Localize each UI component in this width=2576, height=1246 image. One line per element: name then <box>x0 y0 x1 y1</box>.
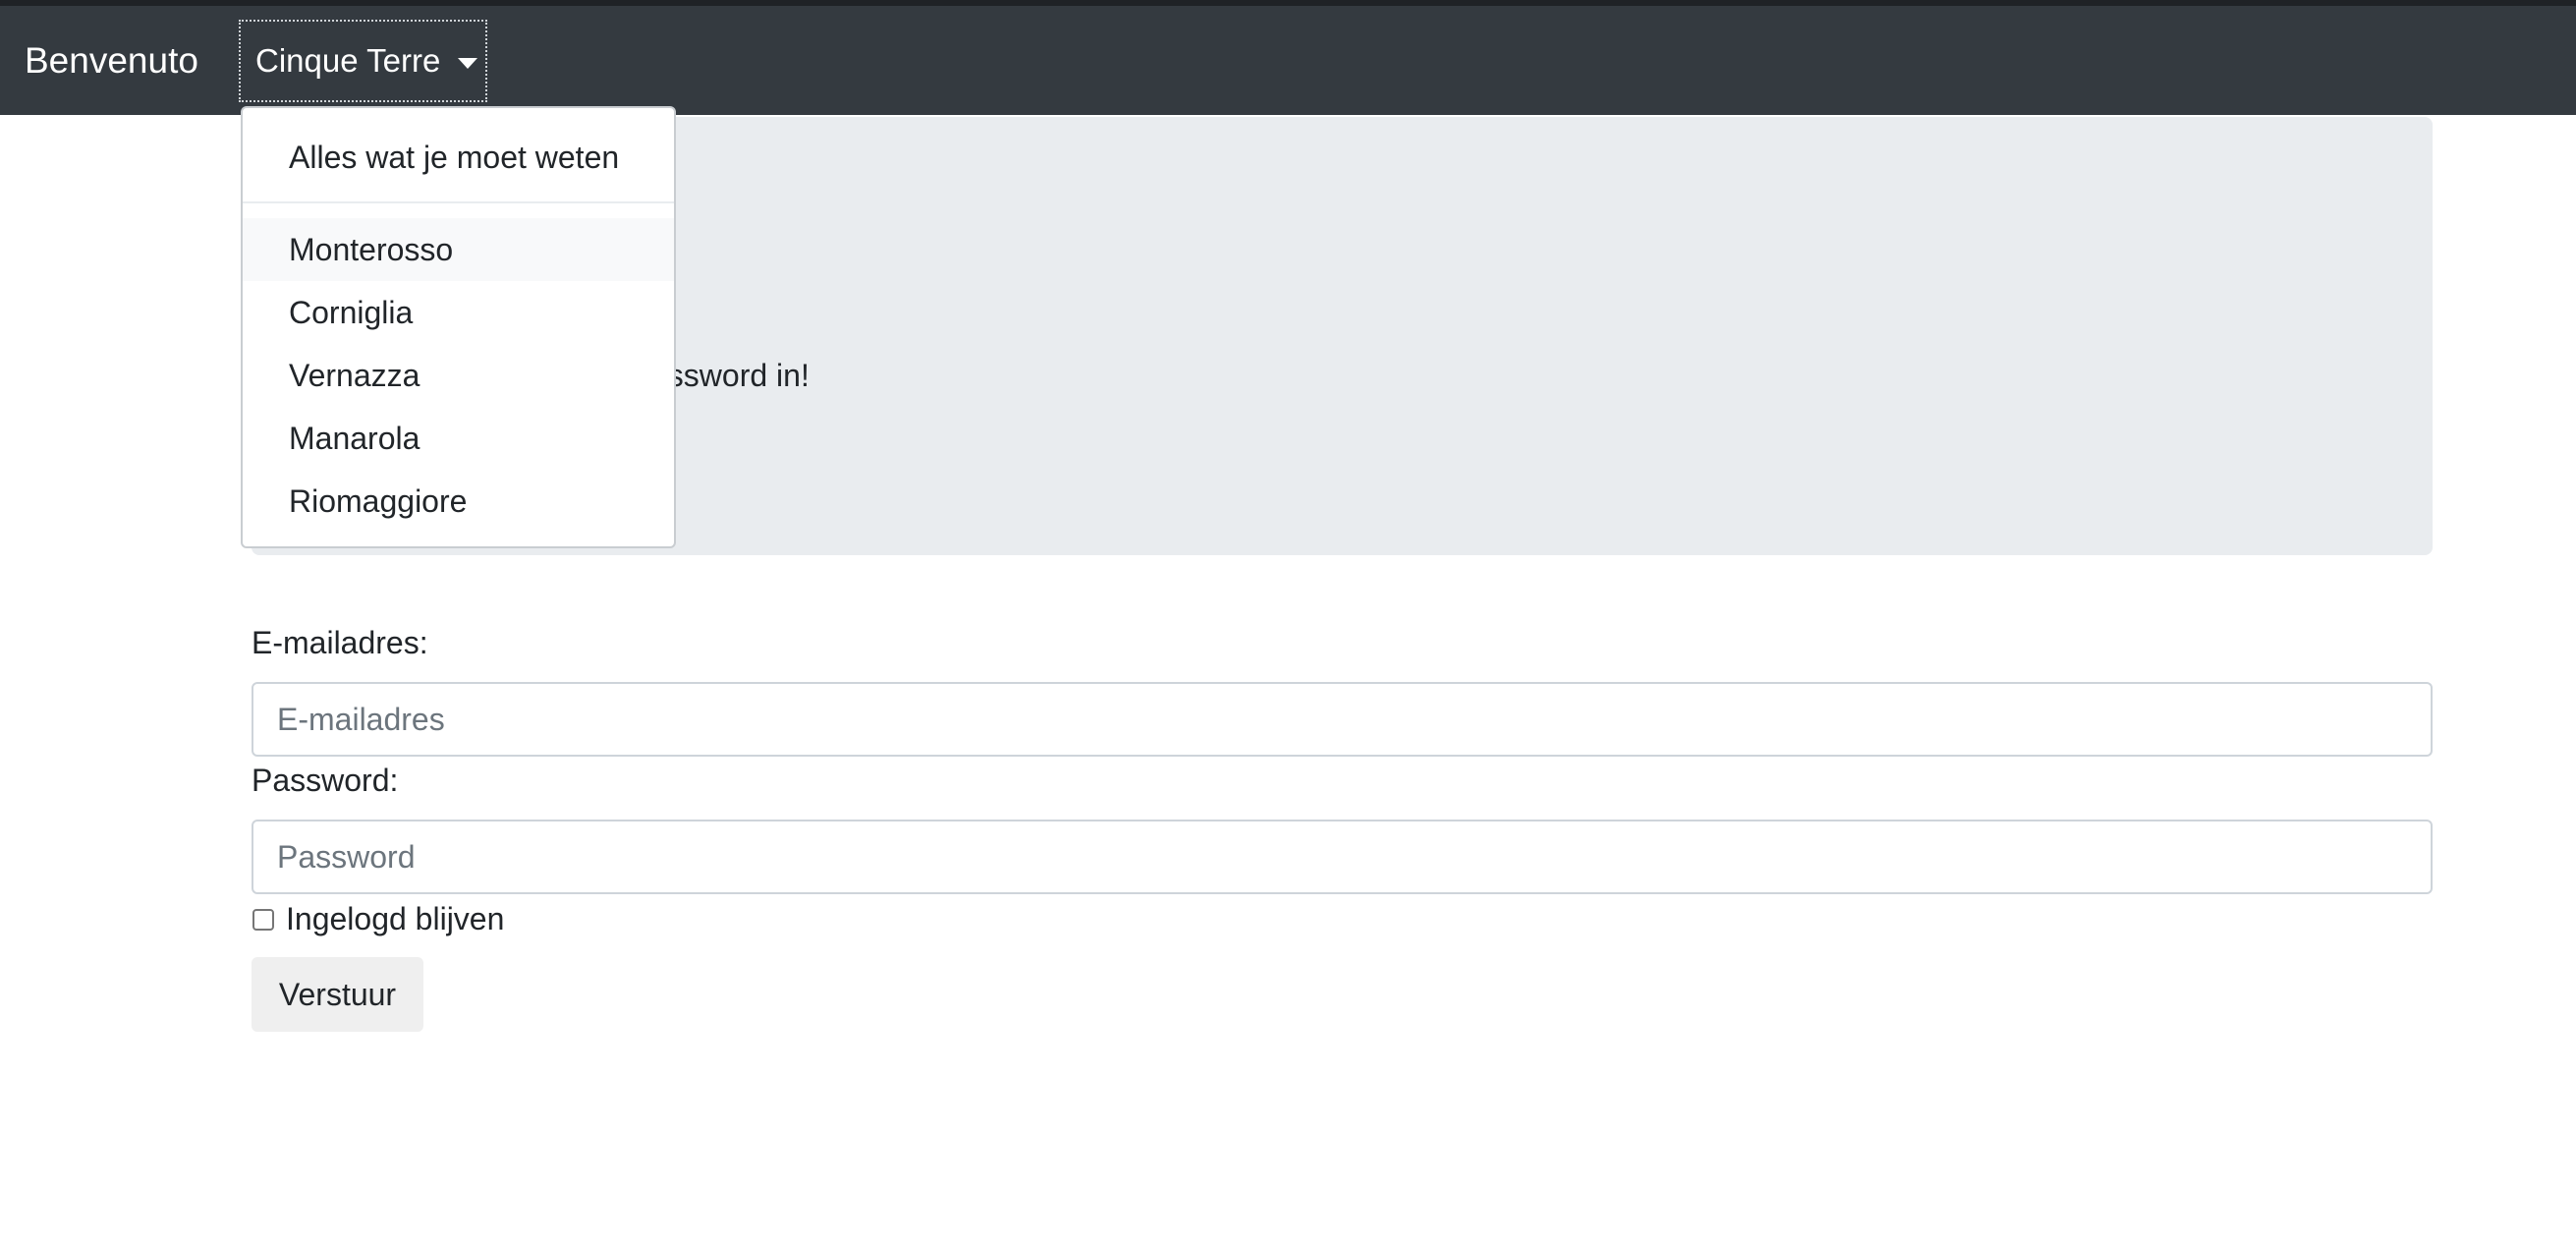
password-label: Password: <box>252 763 399 798</box>
dropdown-menu: Alles wat je moet weten Monterosso Corni… <box>241 106 676 548</box>
dropdown-divider <box>243 201 674 203</box>
dropdown-item-label: Riomaggiore <box>289 483 468 519</box>
dropdown-item-label: Corniglia <box>289 295 414 330</box>
dropdown-item-label: Monterosso <box>289 232 454 267</box>
caret-down-icon <box>458 58 477 69</box>
navbar: Benvenuto Cinque Terre <box>0 6 2576 115</box>
password-input[interactable] <box>252 820 2433 894</box>
cinque-terre-dropdown-toggle[interactable]: Cinque Terre <box>239 20 487 102</box>
remember-me-label[interactable]: Ingelogd blijven <box>286 900 504 937</box>
dropdown-item-vernazza[interactable]: Vernazza <box>243 344 674 407</box>
dropdown-toggle-label: Cinque Terre <box>255 42 441 79</box>
dropdown-item-label: Alles wat je moet weten <box>289 140 620 175</box>
dropdown-item-alles-wat-je-moet-weten[interactable]: Alles wat je moet weten <box>243 126 674 189</box>
remember-me-checkbox[interactable] <box>252 909 274 931</box>
navbar-brand[interactable]: Benvenuto <box>25 39 198 83</box>
dropdown-item-monterosso[interactable]: Monterosso <box>243 218 674 281</box>
dropdown-item-riomaggiore[interactable]: Riomaggiore <box>243 470 674 533</box>
dropdown-item-label: Manarola <box>289 421 420 456</box>
dropdown-item-label: Vernazza <box>289 358 420 393</box>
email-label: E-mailadres: <box>252 625 428 660</box>
submit-button[interactable]: Verstuur <box>252 957 423 1032</box>
email-input[interactable] <box>252 682 2433 757</box>
dropdown-item-corniglia[interactable]: Corniglia <box>243 281 674 344</box>
dropdown-item-manarola[interactable]: Manarola <box>243 407 674 470</box>
